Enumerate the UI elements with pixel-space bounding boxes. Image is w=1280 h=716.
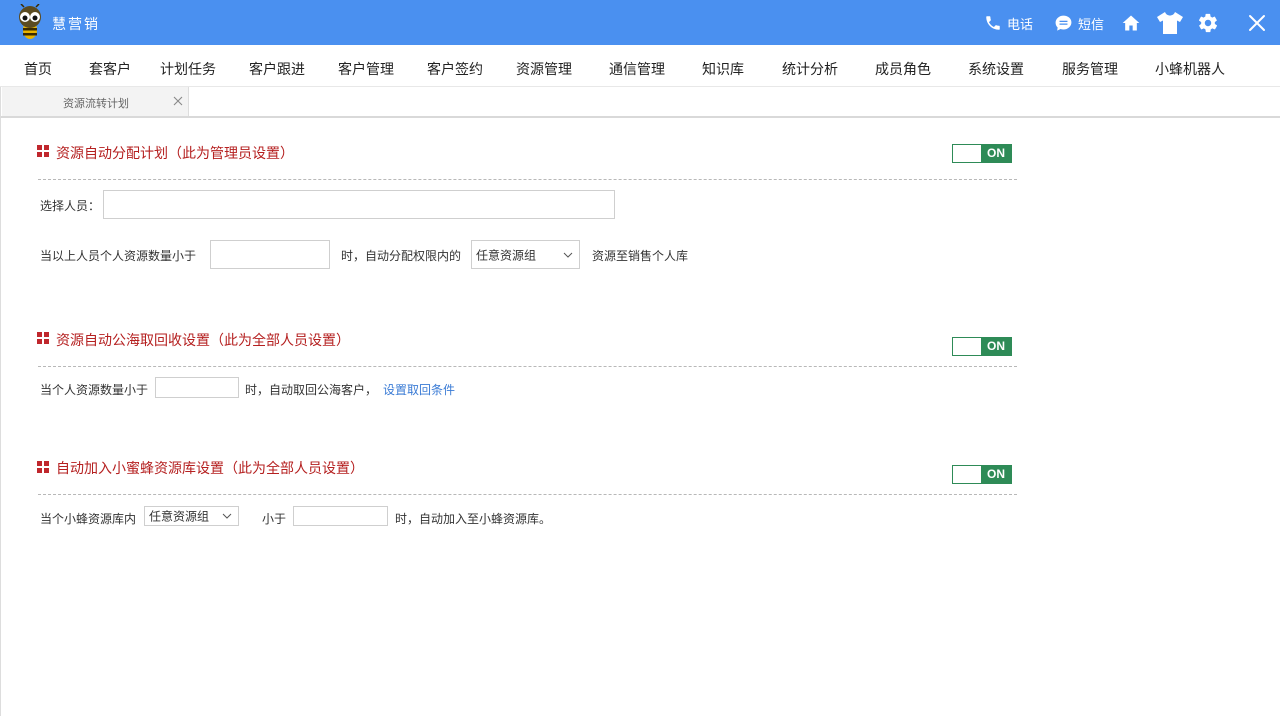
nav-item-plan-task[interactable]: 计划任务 [160, 59, 216, 79]
public-pool-toggle[interactable]: ON [952, 337, 1012, 356]
phone-button[interactable]: 电话 [984, 11, 1033, 35]
sms-icon [1055, 15, 1072, 31]
sms-button[interactable]: 短信 [1054, 11, 1104, 35]
assign-resource-group-select[interactable]: 任意资源组 [471, 240, 580, 269]
skin-button[interactable] [1157, 11, 1183, 35]
settings-button[interactable] [1197, 11, 1219, 35]
phone-icon [986, 16, 1000, 30]
home-button[interactable] [1121, 11, 1141, 35]
home-icon [1122, 15, 1140, 31]
bee-rule-suffix: 时，自动加入至小蜂资源库。 [395, 512, 552, 526]
nav-item-tao-customer[interactable]: 套客户 [89, 59, 131, 79]
section-divider [38, 494, 1017, 495]
section-title-bee-pool: 自动加入小蜜蜂资源库设置（此为全部人员设置） [56, 461, 364, 477]
select-staff-input[interactable] [103, 190, 615, 219]
app-title: 慧营销 [52, 17, 100, 33]
set-recall-conditions-link[interactable]: 设置取回条件 [383, 381, 455, 398]
recall-rule-prefix: 当个人资源数量小于 [40, 383, 149, 397]
recall-threshold-input[interactable] [155, 377, 239, 398]
nav-item-customer-management[interactable]: 客户管理 [338, 59, 394, 79]
toggle-knob [953, 338, 982, 355]
bee-logo-icon [19, 4, 41, 39]
section-title-public-pool: 资源自动公海取回收设置（此为全部人员设置） [56, 333, 350, 349]
toggle-on-label: ON [981, 145, 1011, 162]
grid-icon [37, 461, 49, 473]
bee-resource-group-select[interactable]: 任意资源组 [144, 506, 239, 526]
nav-item-customer-followup[interactable]: 客户跟进 [249, 59, 305, 79]
close-icon [1249, 15, 1265, 31]
content-area: 资源自动分配计划（此为管理员设置） ON 选择人员： 当以上人员个人资源数量小于… [0, 118, 1280, 716]
sms-label: 短信 [1078, 17, 1105, 33]
tab-resource-flow-plan[interactable]: 资源流转计划 [2, 87, 189, 116]
tab-label: 资源流转计划 [63, 97, 129, 110]
section-divider [38, 366, 1017, 367]
recall-rule-mid: 时，自动取回公海客户， [245, 383, 378, 397]
nav-item-resource-management[interactable]: 资源管理 [516, 59, 572, 79]
assign-threshold-input[interactable] [210, 240, 330, 269]
bee-resource-group-value: 任意资源组 [149, 509, 210, 524]
nav-item-communication[interactable]: 通信管理 [609, 59, 665, 79]
close-button[interactable] [1248, 11, 1266, 35]
chevron-down-icon [563, 252, 573, 258]
nav-item-service-management[interactable]: 服务管理 [1062, 59, 1118, 79]
auto-assign-toggle[interactable]: ON [952, 144, 1012, 163]
toggle-knob [953, 466, 982, 483]
gear-icon [1198, 13, 1218, 33]
nav-item-customer-signing[interactable]: 客户签约 [427, 59, 483, 79]
title-bar: 慧营销 电话 短信 [0, 0, 1280, 45]
assign-rule-prefix: 当以上人员个人资源数量小于 [40, 249, 197, 263]
bee-rule-prefix: 当个小蜂资源库内 [40, 512, 137, 526]
nav-item-knowledge-base[interactable]: 知识库 [702, 59, 744, 79]
bee-less-than-label: 小于 [262, 512, 287, 526]
bee-threshold-input[interactable] [293, 506, 388, 526]
tab-bar: 资源流转计划 [0, 87, 1280, 118]
nav-item-home[interactable]: 首页 [24, 59, 52, 79]
assign-rule-mid: 时，自动分配权限内的 [341, 249, 462, 263]
chevron-down-icon [222, 513, 232, 519]
toggle-on-label: ON [981, 466, 1011, 483]
nav-item-bee-robot[interactable]: 小蜂机器人 [1155, 59, 1225, 79]
nav-item-statistics[interactable]: 统计分析 [782, 59, 838, 79]
section-divider [38, 179, 1017, 180]
select-staff-label: 选择人员： [40, 199, 101, 213]
toggle-knob [953, 145, 982, 162]
grid-icon [37, 332, 49, 344]
nav-item-member-roles[interactable]: 成员角色 [875, 59, 931, 79]
section-title-auto-assign: 资源自动分配计划（此为管理员设置） [56, 146, 294, 162]
nav-item-system-settings[interactable]: 系统设置 [968, 59, 1024, 79]
shirt-icon [1157, 12, 1183, 34]
toggle-on-label: ON [981, 338, 1011, 355]
bee-pool-toggle[interactable]: ON [952, 465, 1012, 484]
tab-close-icon[interactable] [173, 96, 183, 106]
assign-rule-suffix: 资源至销售个人库 [592, 249, 689, 263]
phone-label: 电话 [1007, 17, 1034, 33]
main-nav: 首页 套客户 计划任务 客户跟进 客户管理 客户签约 资源管理 通信管理 知识库… [0, 45, 1280, 87]
grid-icon [37, 145, 49, 157]
assign-resource-group-value: 任意资源组 [476, 248, 537, 262]
